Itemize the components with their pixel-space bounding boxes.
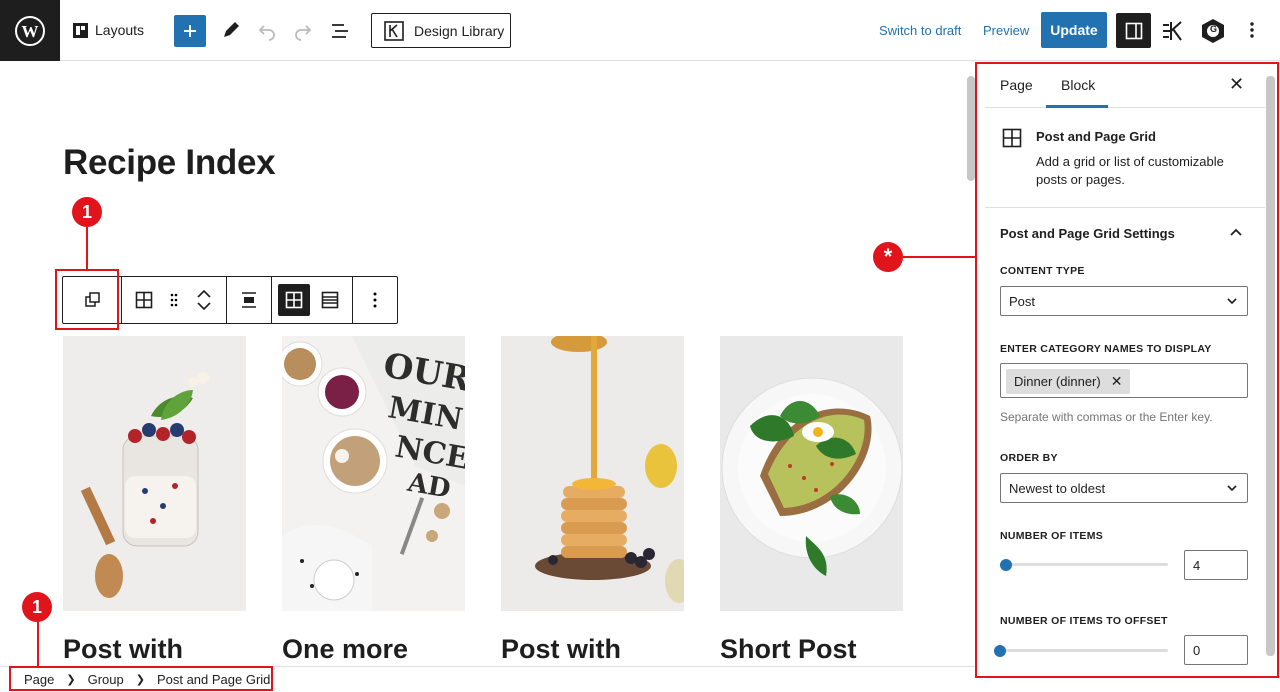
post-card[interactable]: OUR MIN NCE AD One more <box>282 336 465 665</box>
grid-view-button[interactable] <box>278 284 310 316</box>
post-title[interactable]: One more <box>282 634 465 665</box>
parfait-image <box>63 336 246 611</box>
kadence-controls-button[interactable] <box>1161 19 1185 43</box>
wordpress-logo-icon[interactable]: W <box>0 0 60 61</box>
list-view-icon <box>332 24 348 38</box>
annotation-parent-button-highlight <box>55 269 119 330</box>
post-thumbnail-avocado-toast[interactable] <box>720 336 903 611</box>
more-vertical-icon <box>1250 22 1254 38</box>
editor-top-toolbar: W Layouts Design Library Switch to draft… <box>0 0 1280 61</box>
add-block-button[interactable] <box>174 15 206 47</box>
post-thumbnail-yogurt-parfait[interactable] <box>63 336 246 611</box>
drag-handle-icon <box>170 293 178 307</box>
list-layout-icon <box>321 291 339 309</box>
tools-button[interactable] <box>221 20 241 40</box>
pencil-icon <box>224 22 239 37</box>
kadence-k-icon <box>1163 21 1182 41</box>
canvas-scrollbar[interactable] <box>967 76 975 181</box>
post-title[interactable]: Short Post <box>720 634 903 665</box>
annotation-star-marker: * <box>873 242 903 272</box>
post-card[interactable]: Post with <box>63 336 246 665</box>
undo-icon <box>258 25 275 41</box>
document-title[interactable]: Layouts <box>73 22 144 38</box>
more-options-group <box>353 277 397 323</box>
post-thumbnail-pancakes[interactable] <box>501 336 684 611</box>
annotation-connector <box>903 256 976 258</box>
post-card[interactable]: Post with <box>501 336 684 665</box>
svg-text:W: W <box>22 22 39 41</box>
align-button[interactable] <box>233 284 265 316</box>
preview-button[interactable]: Preview <box>983 23 1029 38</box>
layout-icon <box>73 22 88 38</box>
update-button[interactable]: Update <box>1041 12 1107 48</box>
chevron-up-icon <box>197 290 211 298</box>
undo-button[interactable] <box>257 21 277 41</box>
editor-canvas[interactable]: Recipe Index Post with OUR MIN NCE AD On… <box>0 62 965 666</box>
move-up-down-button[interactable] <box>188 284 220 316</box>
annotation-marker-2: 1 <box>22 592 52 622</box>
sidebar-icon <box>1125 22 1142 39</box>
post-title[interactable]: Post with <box>63 634 246 665</box>
block-type-button[interactable] <box>128 284 160 316</box>
block-options-button[interactable] <box>359 284 391 316</box>
annotation-connector <box>37 618 39 667</box>
grid-block-icon <box>135 291 153 309</box>
alignment-group <box>227 277 272 323</box>
list-view-button[interactable] <box>314 284 346 316</box>
avocado-toast-image <box>720 336 903 611</box>
annotation-breadcrumb-highlight <box>9 666 273 691</box>
post-card[interactable]: Short Post <box>720 336 903 665</box>
page-title[interactable]: Recipe Index <box>63 143 276 183</box>
options-menu-button[interactable] <box>1246 20 1258 40</box>
block-mover-group <box>122 277 227 323</box>
layout-toggle-group <box>272 277 353 323</box>
annotation-connector <box>86 227 88 270</box>
settings-button[interactable] <box>1116 13 1151 48</box>
document-overview-button[interactable] <box>330 21 350 41</box>
drag-handle[interactable] <box>164 284 184 316</box>
profile-avatar-button[interactable]: G <box>1200 18 1226 44</box>
post-thumbnail-granola-bowls[interactable]: OUR MIN NCE AD <box>282 336 465 611</box>
align-center-icon <box>242 292 256 308</box>
avatar-initial: G <box>1210 24 1218 34</box>
grid-view-icon <box>285 291 303 309</box>
document-title-label: Layouts <box>95 22 145 38</box>
redo-icon <box>295 25 312 41</box>
kadence-icon <box>384 20 404 41</box>
switch-to-draft-button[interactable]: Switch to draft <box>879 23 961 38</box>
chevron-down-icon <box>197 302 211 310</box>
post-grid: Post with OUR MIN NCE AD One more Post w… <box>63 336 903 665</box>
annotation-sidebar-highlight <box>975 62 1279 678</box>
plus-icon <box>184 25 196 37</box>
more-vertical-icon <box>373 292 377 308</box>
granola-image: OUR MIN NCE AD <box>282 336 465 611</box>
redo-button[interactable] <box>293 21 313 41</box>
post-title[interactable]: Post with <box>501 634 684 665</box>
annotation-marker-1: 1 <box>72 197 102 227</box>
design-library-label: Design Library <box>414 22 505 39</box>
design-library-button[interactable]: Design Library <box>371 13 511 48</box>
pancakes-image <box>501 336 684 611</box>
